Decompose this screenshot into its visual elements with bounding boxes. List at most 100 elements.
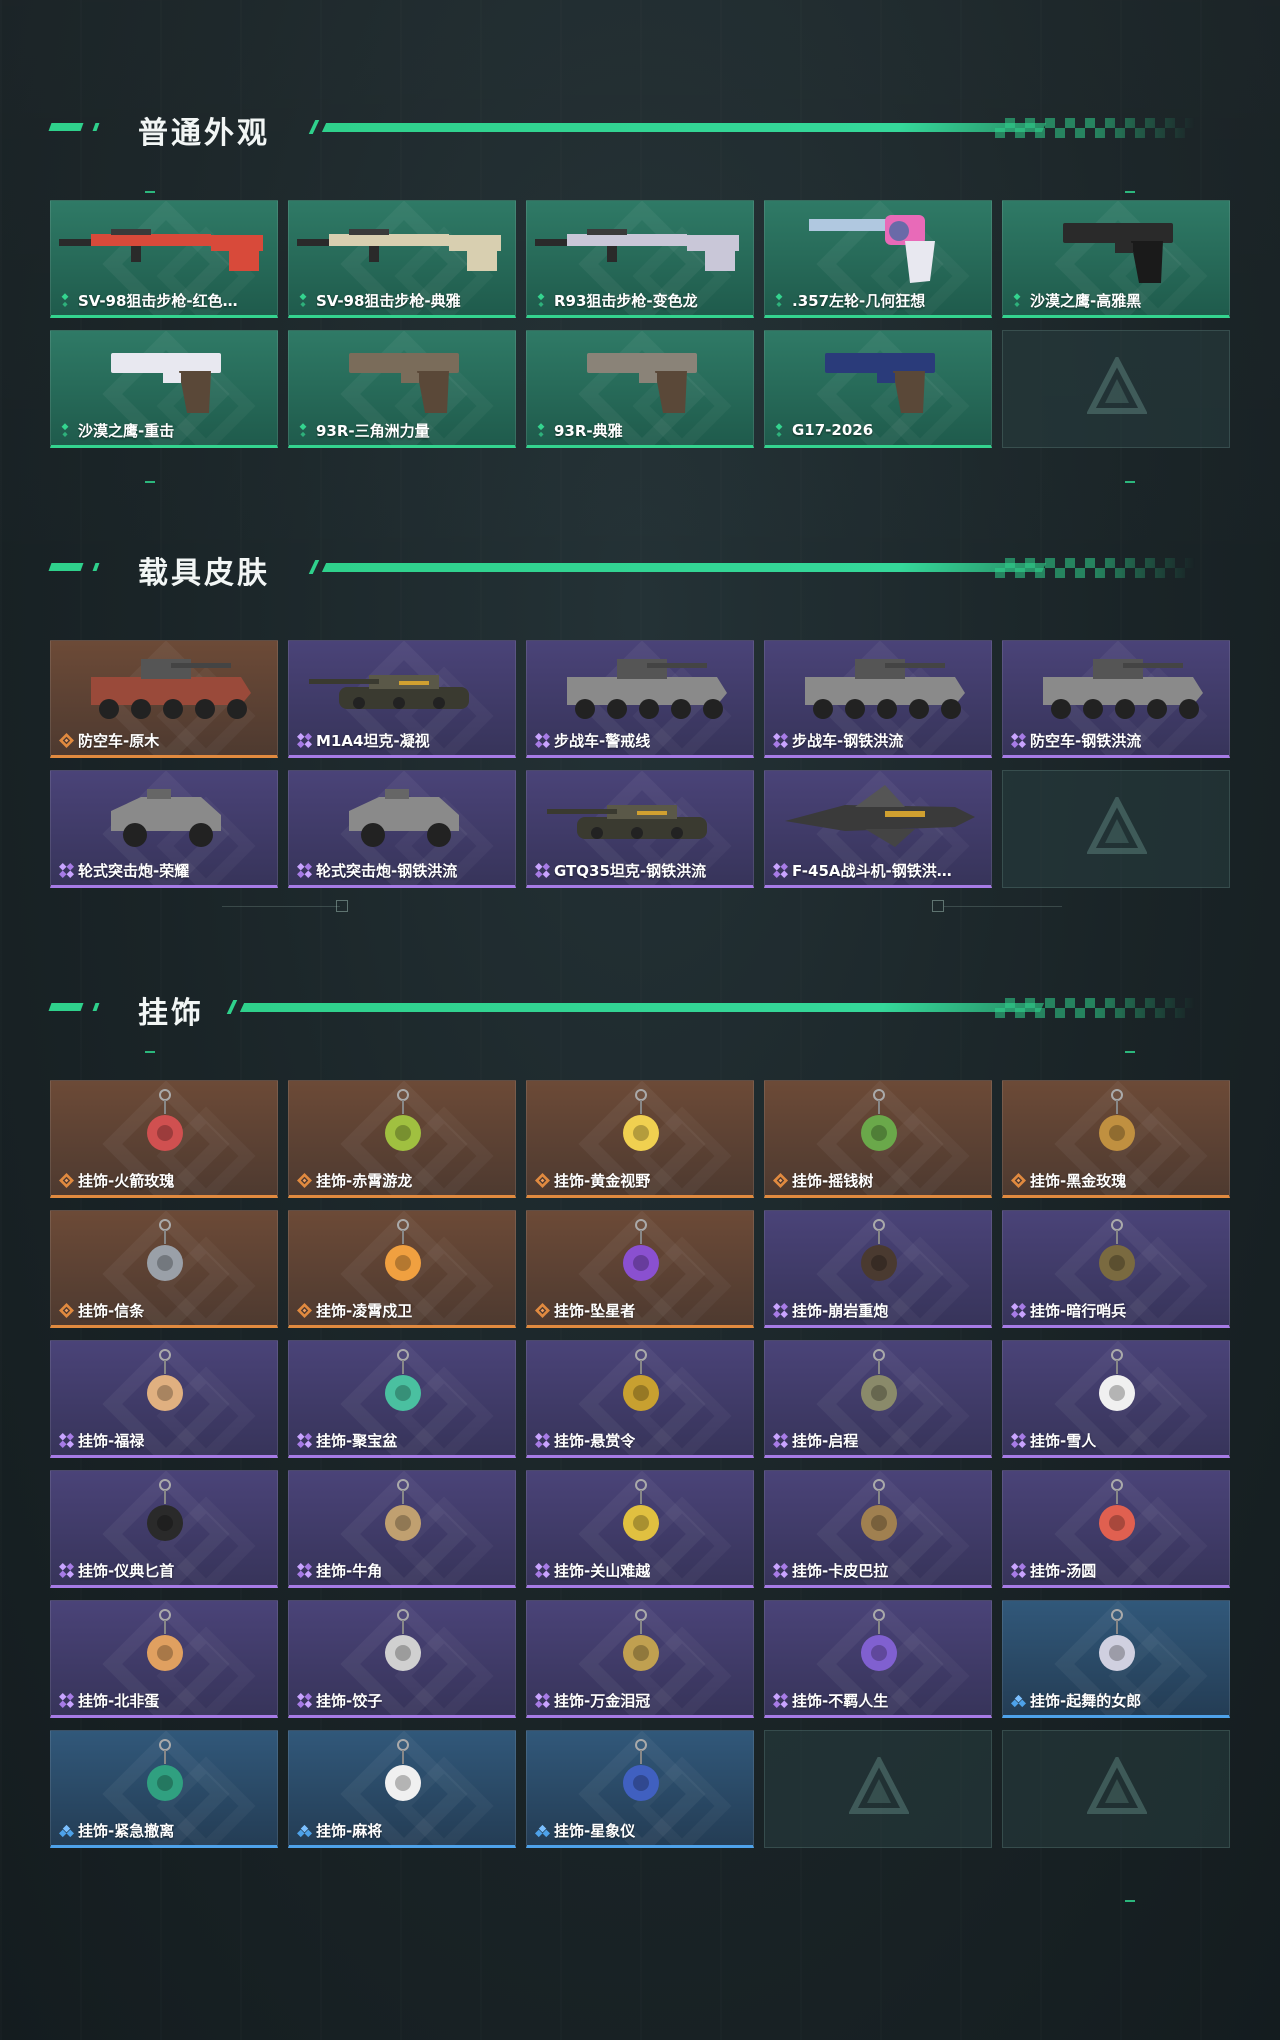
item-card[interactable]: 挂饰-卡皮巴拉	[764, 1470, 992, 1588]
item-card[interactable]: 挂饰-饺子	[288, 1600, 516, 1718]
item-name: 挂饰-悬赏令	[554, 1431, 636, 1450]
item-name: SV-98狙击步枪-典雅	[316, 291, 461, 310]
item-name: 挂饰-凌霄戍卫	[316, 1301, 413, 1320]
empty-slot	[1002, 770, 1230, 888]
corner-mark	[145, 1051, 155, 1053]
header-accent-tick	[92, 123, 100, 131]
rarity-icon	[535, 293, 549, 307]
item-card[interactable]: 挂饰-崩岩重炮	[764, 1210, 992, 1328]
item-card[interactable]: 挂饰-仪典匕首	[50, 1470, 278, 1588]
item-card[interactable]: F-45A战斗机-钢铁洪…	[764, 770, 992, 888]
item-card[interactable]: 挂饰-麻将	[288, 1730, 516, 1848]
item-name: M1A4坦克-凝视	[316, 731, 430, 750]
item-card[interactable]: 挂饰-黑金玫瑰	[1002, 1080, 1230, 1198]
item-card[interactable]: 挂饰-启程	[764, 1340, 992, 1458]
item-card[interactable]: 93R-三角洲力量	[288, 330, 516, 448]
item-card[interactable]: 沙漠之鹰-重击	[50, 330, 278, 448]
item-card[interactable]: 挂饰-牛角	[288, 1470, 516, 1588]
rarity-icon	[59, 863, 74, 878]
item-card[interactable]: R93狙击步枪-变色龙	[526, 200, 754, 318]
section-header: 载具皮肤	[48, 542, 1230, 592]
item-card[interactable]: 挂饰-福禄	[50, 1340, 278, 1458]
item-label-row: 挂饰-卡皮巴拉	[773, 1559, 985, 1581]
item-card[interactable]: 挂饰-信条	[50, 1210, 278, 1328]
item-name: 挂饰-卡皮巴拉	[792, 1561, 889, 1580]
item-card[interactable]: 步战车-警戒线	[526, 640, 754, 758]
rarity-icon	[1011, 733, 1026, 748]
item-card[interactable]: 挂饰-万金泪冠	[526, 1600, 754, 1718]
item-card[interactable]: 挂饰-雪人	[1002, 1340, 1230, 1458]
item-card[interactable]: 防空车-钢铁洪流	[1002, 640, 1230, 758]
item-card[interactable]: 挂饰-起舞的女郎	[1002, 1600, 1230, 1718]
item-card[interactable]: 挂饰-紧急撤离	[50, 1730, 278, 1848]
header-line	[321, 563, 1047, 572]
item-card[interactable]: 沙漠之鹰-高雅黑	[1002, 200, 1230, 318]
item-name: .357左轮-几何狂想	[792, 291, 926, 310]
item-label-row: 挂饰-赤霄游龙	[297, 1169, 509, 1191]
item-card[interactable]: 挂饰-摇钱树	[764, 1080, 992, 1198]
item-card[interactable]: 挂饰-不羁人生	[764, 1600, 992, 1718]
item-card[interactable]: SV-98狙击步枪-红色…	[50, 200, 278, 318]
corner-mark	[1125, 191, 1135, 193]
rarity-icon	[59, 1693, 74, 1708]
item-card[interactable]: 挂饰-聚宝盆	[288, 1340, 516, 1458]
item-card[interactable]: 93R-典雅	[526, 330, 754, 448]
item-card[interactable]: 挂饰-暗行哨兵	[1002, 1210, 1230, 1328]
item-name: 防空车-原木	[78, 731, 160, 750]
item-grid: SV-98狙击步枪-红色… SV-98狙击步枪-典雅 R93狙击步枪-变色龙 .357…	[50, 200, 1230, 460]
rarity-icon	[1011, 293, 1025, 307]
item-card[interactable]: GTQ35坦克-钢铁洪流	[526, 770, 754, 888]
corner-mark	[145, 191, 155, 193]
item-label-row: 挂饰-牛角	[297, 1559, 509, 1581]
item-card[interactable]: 挂饰-火箭玫瑰	[50, 1080, 278, 1198]
item-card[interactable]: 挂饰-凌霄戍卫	[288, 1210, 516, 1328]
item-label-row: 挂饰-起舞的女郎	[1011, 1689, 1223, 1711]
item-card[interactable]: 挂饰-汤圆	[1002, 1470, 1230, 1588]
rarity-icon	[1011, 1173, 1026, 1188]
rarity-icon	[535, 1433, 550, 1448]
rarity-icon	[773, 293, 787, 307]
section-header: 普通外观	[48, 102, 1230, 152]
item-name: 挂饰-崩岩重炮	[792, 1301, 889, 1320]
item-card[interactable]: 挂饰-星象仪	[526, 1730, 754, 1848]
header-line	[239, 1003, 1045, 1012]
item-card[interactable]: 挂饰-悬赏令	[526, 1340, 754, 1458]
item-label-row: 挂饰-关山难越	[535, 1559, 747, 1581]
item-label-row: 挂饰-聚宝盆	[297, 1429, 509, 1451]
rarity-icon	[535, 733, 550, 748]
item-grid: 挂饰-火箭玫瑰 挂饰-赤霄游龙 挂饰-黄金视野 挂饰-摇钱树 挂饰-黑金玫瑰 挂饰-信条挂…	[50, 1080, 1230, 1860]
item-card[interactable]: 步战车-钢铁洪流	[764, 640, 992, 758]
rarity-icon	[297, 863, 312, 878]
item-card[interactable]: 挂饰-北非蛋	[50, 1600, 278, 1718]
item-card[interactable]: 挂饰-黄金视野	[526, 1080, 754, 1198]
item-card[interactable]: 轮式突击炮-荣耀	[50, 770, 278, 888]
item-card[interactable]: 轮式突击炮-钢铁洪流	[288, 770, 516, 888]
item-card[interactable]: 防空车-原木	[50, 640, 278, 758]
item-label-row: 步战车-钢铁洪流	[773, 729, 985, 751]
item-card[interactable]: G17-2026	[764, 330, 992, 448]
item-name: 挂饰-聚宝盆	[316, 1431, 398, 1450]
item-card[interactable]: 挂饰-赤霄游龙	[288, 1080, 516, 1198]
item-card[interactable]: M1A4坦克-凝视	[288, 640, 516, 758]
item-card[interactable]: 挂饰-坠星者	[526, 1210, 754, 1328]
item-label-row: 挂饰-火箭玫瑰	[59, 1169, 271, 1191]
item-label-row: 挂饰-不羁人生	[773, 1689, 985, 1711]
item-label-row: 93R-典雅	[535, 419, 747, 441]
item-name: 挂饰-北非蛋	[78, 1691, 160, 1710]
item-label-row: 挂饰-黑金玫瑰	[1011, 1169, 1223, 1191]
rarity-icon	[297, 1433, 312, 1448]
item-name: 挂饰-福禄	[78, 1431, 145, 1450]
rarity-icon	[773, 423, 787, 437]
rarity-icon	[773, 1303, 788, 1318]
item-name: 挂饰-麻将	[316, 1821, 383, 1840]
item-card[interactable]: SV-98狙击步枪-典雅	[288, 200, 516, 318]
rarity-icon	[773, 1563, 788, 1578]
header-checker-pattern	[995, 558, 1195, 578]
item-label-row: 挂饰-悬赏令	[535, 1429, 747, 1451]
item-name: F-45A战斗机-钢铁洪…	[792, 861, 952, 880]
item-card[interactable]: .357左轮-几何狂想	[764, 200, 992, 318]
rarity-icon	[535, 1563, 550, 1578]
rarity-icon	[59, 733, 74, 748]
header-line-tick	[308, 120, 320, 134]
item-card[interactable]: 挂饰-关山难越	[526, 1470, 754, 1588]
